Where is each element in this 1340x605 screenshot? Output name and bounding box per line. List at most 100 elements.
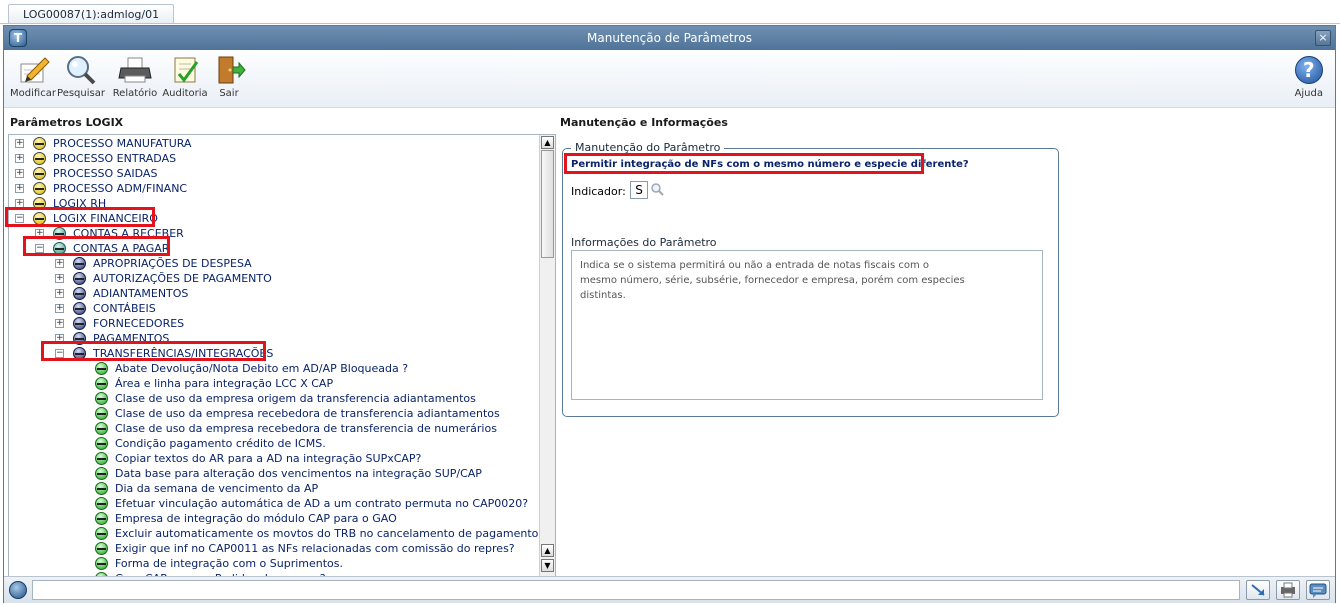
search-button[interactable]: Pesquisar (56, 54, 106, 99)
status-bar (4, 576, 1335, 603)
tree-node[interactable]: Forma de integração com o Suprimentos. (9, 556, 529, 571)
tree-node[interactable]: Clase de uso da empresa origem da transf… (9, 391, 529, 406)
help-button[interactable]: ? Ajuda (1295, 56, 1323, 99)
status-ball-icon (33, 152, 46, 165)
tree-node[interactable]: Empresa de integração do módulo CAP para… (9, 511, 529, 526)
scroll-up-arrow-icon-bottom[interactable]: ▲ (541, 544, 554, 557)
tree-node[interactable]: Dia da semana de vencimento da AP (9, 481, 529, 496)
tree-node-label: Excluir automaticamente os movtos do TRB… (115, 527, 545, 540)
close-button[interactable]: × (1315, 30, 1331, 46)
tree-node-label: PROCESSO MANUFATURA (53, 137, 192, 150)
document-tab[interactable]: LOG00087(1):admlog/01 (8, 4, 175, 24)
modify-button[interactable]: Modificar (8, 54, 58, 99)
indicator-input[interactable]: S (630, 181, 648, 199)
expand-plus-icon[interactable]: + (55, 289, 64, 298)
print-screen-icon[interactable] (1276, 580, 1300, 600)
parameters-tree-title: Parâmetros LOGIX (10, 116, 124, 129)
tree-node-label: Área e linha para integração LCC X CAP (115, 377, 334, 390)
expand-plus-icon[interactable]: + (55, 259, 64, 268)
tree-node[interactable]: Copiar textos do AR para a AD na integra… (9, 451, 529, 466)
title-bar: T Manutenção de Parâmetros × (4, 26, 1335, 50)
tree-node[interactable]: + AUTORIZAÇÕES DE PAGAMENTO (9, 271, 529, 286)
parameter-info-text: Indica se o sistema permitirá ou não a e… (571, 250, 1043, 400)
expand-plus-icon[interactable]: + (55, 319, 64, 328)
tree-node[interactable]: + PROCESSO ADM/FINANC (9, 181, 529, 196)
message-icon[interactable] (1306, 580, 1330, 600)
tree-node-label: CONTÁBEIS (93, 302, 156, 315)
scroll-down-arrow-icon[interactable]: ▼ (541, 559, 554, 572)
expand-plus-icon[interactable]: + (55, 304, 64, 313)
tree-node[interactable]: + FORNECEDORES (9, 316, 529, 331)
report-button[interactable]: Relatório (110, 54, 160, 99)
tree-node-label: Exigir que inf no CAP0011 as NFs relacio… (115, 542, 515, 555)
tree-node-label: Data base para alteração dos vencimentos… (115, 467, 482, 480)
status-ball-icon (95, 512, 108, 525)
tree-node[interactable]: Condição pagamento crédito de ICMS. (9, 436, 529, 451)
status-ball-icon (95, 527, 108, 540)
status-ball-icon (95, 467, 108, 480)
tree-node[interactable]: + APROPRIAÇÕES DE DESPESA (9, 256, 529, 271)
expand-plus-icon[interactable]: + (15, 169, 24, 178)
tree-scrollbar[interactable]: ▲ ▲ ▼ (539, 135, 555, 576)
highlight-parameter-question (564, 153, 924, 174)
report-label: Relatório (112, 88, 158, 99)
tree-node-label: AUTORIZAÇÕES DE PAGAMENTO (93, 272, 272, 285)
expand-plus-icon[interactable]: + (15, 184, 24, 193)
pencil-paper-icon (15, 54, 51, 86)
status-ball-icon (95, 362, 108, 375)
tree-node[interactable]: + PROCESSO MANUFATURA (9, 136, 529, 151)
help-label: Ajuda (1294, 88, 1323, 99)
exit-door-icon (211, 54, 247, 86)
status-ball-icon (33, 167, 46, 180)
info-line: Indica se o sistema permitirá ou não a e… (580, 260, 929, 271)
modify-label: Modificar (10, 88, 56, 99)
status-ball-icon (73, 257, 86, 270)
parameter-maintenance-group: Manutenção do Parâmetro Permitir integra… (562, 141, 1059, 417)
status-ball-icon (33, 137, 46, 150)
tree-node[interactable]: Efetuar vinculação automática de AD a um… (9, 496, 529, 511)
tree-node[interactable]: Área e linha para integração LCC X CAP (9, 376, 529, 391)
status-ball-icon (95, 557, 108, 570)
tree-node-label: Empresa de integração do módulo CAP para… (115, 512, 397, 525)
tree-node-label: Dia da semana de vencimento da AP (115, 482, 319, 495)
highlight-logix-financeiro (5, 207, 155, 227)
help-icon: ? (1294, 56, 1323, 84)
tree-node[interactable]: + PROCESSO ENTRADAS (9, 151, 529, 166)
lookup-magnifier-icon[interactable] (650, 182, 664, 196)
tree-node-label: PROCESSO ADM/FINANC (53, 182, 188, 195)
tree-node[interactable]: Data base para alteração dos vencimentos… (9, 466, 529, 481)
expand-plus-icon[interactable]: + (15, 154, 24, 163)
tree-node[interactable]: Abate Devolução/Nota Debito em AD/AP Blo… (9, 361, 529, 376)
tree-node[interactable]: Clase de uso da empresa recebedora de tr… (9, 406, 529, 421)
resize-arrow-icon[interactable] (1246, 580, 1270, 600)
tree-node[interactable]: Clase de uso da empresa recebedora de tr… (9, 421, 529, 436)
audit-button[interactable]: Auditoria (160, 54, 210, 99)
audit-label: Auditoria (162, 88, 208, 99)
scroll-thumb[interactable] (541, 150, 554, 258)
tree-node-label: Clase de uso da empresa recebedora de tr… (115, 422, 497, 435)
parameter-info-label: Informações do Parâmetro (571, 236, 717, 249)
tab-divider (0, 23, 1340, 24)
tree-node[interactable]: + ADIANTAMENTOS (9, 286, 529, 301)
expand-plus-icon[interactable]: + (15, 139, 24, 148)
expand-plus-icon[interactable]: + (55, 274, 64, 283)
exit-button[interactable]: Sair (204, 54, 254, 99)
tree-node[interactable]: + CONTÁBEIS (9, 301, 529, 316)
scroll-up-arrow-icon[interactable]: ▲ (541, 136, 554, 149)
tree-node-label: Efetuar vinculação automática de AD a um… (115, 497, 529, 510)
tree-node[interactable]: Excluir automaticamente os movtos do TRB… (9, 526, 544, 541)
tree-node-label: FORNECEDORES (93, 317, 185, 330)
status-logo-icon (9, 581, 27, 599)
tree-node-label: Forma de integração com o Suprimentos. (115, 557, 344, 570)
checklist-icon (167, 54, 203, 86)
tree-node[interactable]: + PROCESSO SAIDAS (9, 166, 529, 181)
status-ball-icon (95, 497, 108, 510)
tree-node-label: Clase de uso da empresa origem da transf… (115, 392, 476, 405)
toolbar: Modificar Pesquisar Relatório Auditoria … (4, 50, 1335, 108)
status-ball-icon (95, 377, 108, 390)
exit-label: Sair (219, 88, 239, 99)
tree-node[interactable]: Exigir que inf no CAP0011 as NFs relacio… (9, 541, 529, 556)
status-ball-icon (95, 542, 108, 555)
tree-node-label: Clase de uso da empresa recebedora de tr… (115, 407, 500, 420)
status-ball-icon (95, 452, 108, 465)
